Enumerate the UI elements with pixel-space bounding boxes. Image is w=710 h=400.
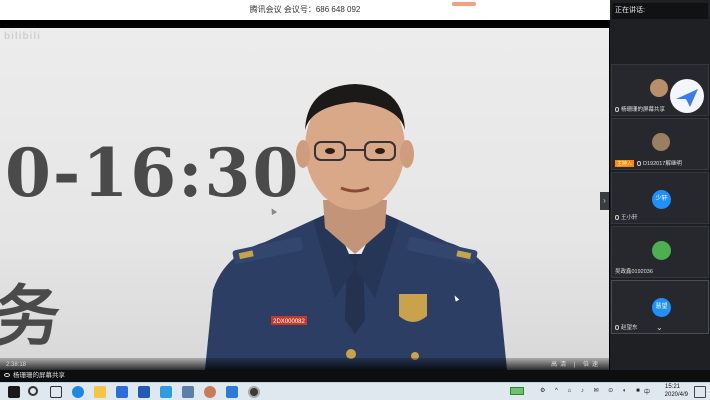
clock-time[interactable]: 15:21 [665,384,680,390]
speaking-label: 正在讲话: [612,3,708,19]
bird-logo-icon [670,79,704,113]
slide-char: 务 [0,277,60,355]
participant-tile[interactable]: 杨珊珊的屏幕共享 [611,64,709,116]
chevron-down-icon[interactable]: ⌄ [656,323,663,332]
tray-icons[interactable]: ⚙ ^ ⌂ ♪ ✉ ⊙ ◐ ■ [540,387,644,394]
windows-start-icon[interactable] [8,386,20,398]
notification-icon[interactable] [694,386,706,398]
battery-icon[interactable] [510,387,524,395]
participant-name: 主持人 D192017解继明 [615,160,682,167]
app-icon[interactable] [160,386,172,398]
participant-tile[interactable]: 慧望 赵望东 ⌄ [611,280,709,334]
photos-icon[interactable] [226,386,238,398]
task-view-icon[interactable] [50,386,62,398]
eye-icon [4,373,10,378]
clock-date[interactable]: 2020/4/9 [665,392,688,398]
participant-name: 吴政鑫0192036 [615,269,653,275]
participant-name: 赵望东 [615,323,638,331]
tencent-meeting-icon[interactable] [248,386,260,398]
video-time-code: 2:38:18 [6,362,27,368]
participant-tile[interactable]: 少轩 王小轩 [611,172,709,224]
photo-avatar-icon [652,133,670,151]
app-icon[interactable] [204,386,216,398]
participant-name: 杨珊珊的屏幕共享 [615,105,665,113]
speaker-figure: 2DX000082 [205,84,507,370]
app-icon[interactable] [182,386,194,398]
video-controls[interactable]: 高清 | 倍速 [551,359,601,368]
name-tag: 2DX000082 [273,319,305,325]
avatar: 慧望 [652,298,671,317]
mic-icon [637,161,642,167]
video-control-bar[interactable] [0,358,609,370]
mail-icon[interactable] [138,386,150,398]
collapse-panel-button[interactable]: › [600,192,609,210]
participant-name: 王小轩 [615,213,638,221]
mic-icon [615,325,619,331]
photo-avatar-icon [650,79,668,97]
participant-tile[interactable]: 主持人 D192017解继明 [611,118,709,170]
meeting-title-bar: 腾讯会议 会议号：686 648 092 [0,0,610,20]
folder-icon[interactable] [94,386,106,398]
meeting-title: 腾讯会议 会议号：686 648 092 [249,5,361,14]
avatar: 少轩 [652,190,671,209]
store-icon[interactable] [116,386,128,398]
watermark: bilibili [4,31,41,42]
shared-screen-video[interactable]: bilibili 0-16:30 务 2DX000082 2:38:18 高清 … [0,28,609,370]
mic-icon [615,107,619,113]
edge-icon[interactable] [72,386,84,398]
status-indicator [452,2,476,6]
mic-icon [615,215,619,221]
host-badge: 主持人 [615,160,635,167]
participant-tile[interactable]: 吴政鑫0192036 [611,226,709,278]
screen-share-label: 杨珊珊的屏幕共享 [0,370,710,382]
participant-panel: 正在讲话: 杨珊珊的屏幕共享 主持人 D192017解继明 少轩 王小轩 吴政鑫0… [610,0,710,382]
ime-indicator[interactable]: 中 [644,387,650,396]
search-icon[interactable] [28,386,38,396]
frog-avatar-icon [652,241,671,260]
taskbar: ⚙ ^ ⌂ ♪ ✉ ⊙ ◐ ■ 中 15:21 2020/4/9 [0,382,710,400]
